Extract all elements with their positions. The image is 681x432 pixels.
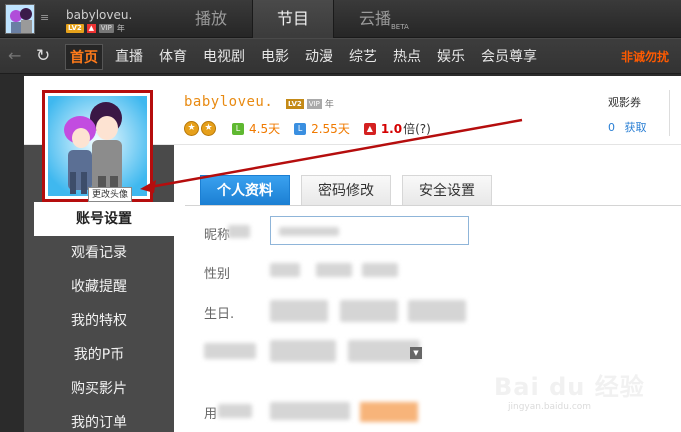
- nav-item-entertainment[interactable]: 娱乐: [437, 44, 465, 70]
- tab-cloud-play-label: 云播: [358, 9, 391, 28]
- calendar-blue-icon: L: [294, 122, 307, 135]
- stat-online-days: L 4.5天: [232, 120, 280, 137]
- back-arrow-icon[interactable]: ←: [8, 47, 26, 65]
- sidebar-item-privileges[interactable]: 我的特权: [24, 304, 174, 338]
- nav-item-vip-exclusive[interactable]: 会员尊享: [481, 44, 537, 70]
- user-avatar[interactable]: [5, 4, 35, 34]
- change-avatar-button[interactable]: 更改头像: [88, 187, 133, 202]
- birthday-month-select[interactable]: [340, 300, 398, 322]
- settings-tabs: 个人资料 密码修改 安全设置: [200, 175, 492, 205]
- chevron-down-icon[interactable]: ▼: [410, 347, 422, 359]
- stat-online-days-value: 4.5天: [249, 122, 281, 136]
- gender-option-female[interactable]: [316, 263, 352, 277]
- speed-up-icon: ▲: [363, 122, 376, 135]
- menu-icon[interactable]: ≡: [40, 12, 52, 24]
- profile-badges: LV2 VIP 年: [286, 97, 334, 110]
- username-label: 用: [204, 407, 218, 422]
- province-select[interactable]: [270, 340, 336, 362]
- tab-programs[interactable]: 节目: [252, 0, 334, 38]
- tab-personal-info[interactable]: 个人资料: [200, 175, 290, 205]
- stat-speed-value: 1.0: [380, 121, 403, 136]
- highlighted-field[interactable]: [360, 402, 418, 422]
- tab-underline: [185, 205, 681, 206]
- profile-level-badge: LV2: [286, 98, 304, 109]
- birthday-day-select[interactable]: [408, 300, 466, 322]
- blurred-label-tail: [218, 404, 252, 418]
- tab-security-settings[interactable]: 安全设置: [402, 175, 492, 205]
- sidebar-item-p-coins[interactable]: 我的P币: [24, 338, 174, 372]
- level-badge: LV2: [66, 24, 84, 33]
- nickname-input[interactable]: [270, 216, 469, 245]
- nav-item-live[interactable]: 直播: [115, 44, 143, 70]
- watermark-logo: Bai du 经验: [494, 373, 645, 401]
- nav-item-tv-series[interactable]: 电视剧: [203, 44, 245, 70]
- vip-badge: VIP: [98, 24, 114, 33]
- coupon-row: 0 获取: [608, 119, 647, 135]
- stat-speed-unit[interactable]: 倍(?): [403, 120, 431, 137]
- baidu-watermark: Bai du 经验 jingyan.baidu.com: [494, 367, 645, 412]
- stat-speed: ▲ 1.0 倍(?): [363, 120, 431, 137]
- birthday-year-select[interactable]: [270, 300, 328, 322]
- blurred-label-tail: [228, 225, 250, 238]
- tab-play[interactable]: 播放: [170, 0, 252, 38]
- gender-option-male[interactable]: [270, 263, 300, 277]
- nav-item-movies[interactable]: 电影: [261, 44, 289, 70]
- nav-item-variety[interactable]: 综艺: [349, 44, 377, 70]
- tab-programs-label: 节目: [276, 9, 309, 28]
- nav-item-anime[interactable]: 动漫: [305, 44, 333, 70]
- location-label: [204, 343, 256, 359]
- topbar-username[interactable]: babyloveu.: [66, 8, 132, 22]
- year-badge: 年: [116, 24, 125, 33]
- tab-cloud-play[interactable]: 云播 BETA: [334, 0, 416, 38]
- app-window: ≡ babyloveu. LV2 ▲ VIP 年 播放 节目 云播 BETA ← …: [0, 0, 681, 432]
- watermark-url: jingyan.baidu.com: [508, 402, 592, 412]
- sidebar-item-watch-history[interactable]: 观看记录: [24, 236, 174, 270]
- topbar-badges: LV2 ▲ VIP 年: [66, 23, 125, 34]
- profile-year-badge: 年: [324, 100, 334, 110]
- coupon-label: 观影券: [608, 96, 641, 109]
- birthday-label: 生日.: [204, 307, 235, 322]
- blurred-value: [279, 227, 339, 236]
- nav-items: 首页 直播 体育 电视剧 电影 动漫 综艺 热点 娱乐 会员尊享: [65, 39, 553, 75]
- get-coupon-link[interactable]: 获取: [625, 121, 647, 134]
- gender-option-secret[interactable]: [362, 263, 398, 277]
- stat-vip-days: L 2.55天: [294, 120, 350, 137]
- coupon-count: 0: [608, 121, 615, 134]
- tab-play-label: 播放: [194, 9, 227, 28]
- profile-stats: ★ ★ L 4.5天 L 2.55天 ▲ 1.0 倍(?): [184, 120, 431, 137]
- nav-item-home[interactable]: 首页: [65, 44, 103, 70]
- sidebar-item-orders[interactable]: 我的订单: [24, 406, 174, 432]
- stat-vip-days-value: 2.55天: [311, 122, 350, 136]
- nav-item-sports[interactable]: 体育: [159, 44, 187, 70]
- top-bar: ≡ babyloveu. LV2 ▲ VIP 年 播放 节目 云播 BETA: [0, 0, 681, 38]
- nav-bar: ← ↻ 首页 直播 体育 电视剧 电影 动漫 综艺 热点 娱乐 会员尊享 非诚勿…: [0, 38, 681, 74]
- profile-username: babyloveu.: [184, 94, 274, 110]
- avatar-image: [48, 96, 147, 196]
- sidebar-item-account-settings[interactable]: 账号设置: [34, 202, 174, 236]
- sidebar-item-favorites[interactable]: 收藏提醒: [24, 270, 174, 304]
- gender-label: 性别: [204, 267, 231, 282]
- sidebar-item-purchase-movies[interactable]: 购买影片: [24, 372, 174, 406]
- nav-notice-link[interactable]: 非诚勿扰: [621, 48, 669, 65]
- star-icon: ★: [184, 121, 199, 136]
- top-tabs: 播放 节目 云播 BETA: [170, 0, 416, 38]
- coupon-divider: [669, 90, 670, 136]
- profile-vip-badge: VIP: [306, 98, 322, 109]
- calendar-green-icon: L: [232, 122, 244, 135]
- refresh-icon[interactable]: ↻: [36, 46, 56, 66]
- blurred-field: [270, 402, 350, 420]
- profile-avatar[interactable]: [42, 90, 153, 202]
- level-up-icon: ▲: [86, 24, 96, 33]
- nickname-label: 昵称: [204, 228, 231, 243]
- tab-change-password[interactable]: 密码修改: [301, 175, 391, 205]
- star-icon: ★: [201, 121, 216, 136]
- nav-item-hot[interactable]: 热点: [393, 44, 421, 70]
